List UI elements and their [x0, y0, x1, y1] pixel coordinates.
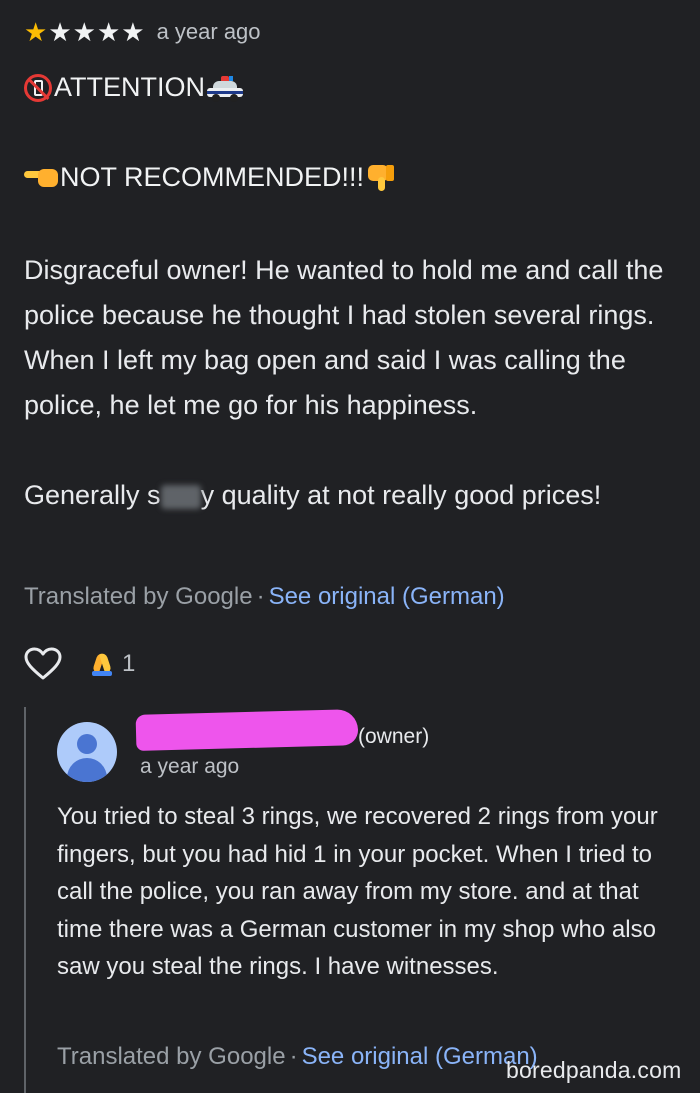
review-meta: ★ ★ ★ ★ ★ a year ago — [24, 16, 261, 48]
watermark: boredpanda.com — [506, 1057, 682, 1083]
heart-icon[interactable] — [24, 647, 62, 681]
pray-icon — [90, 651, 114, 677]
review-paragraph: Disgraceful owner! He wanted to hold me … — [24, 255, 664, 420]
star-icon: ★ — [72, 17, 96, 47]
review-age: a year ago — [156, 19, 261, 44]
separator: · — [256, 583, 265, 610]
translated-by-label: Translated by Google — [57, 1043, 286, 1070]
reply-body: You tried to steal 3 rings, we recovered… — [57, 803, 658, 980]
translation-note: Translated by Google · See original (Germa… — [24, 583, 505, 611]
review-text-after-redaction: y quality at not really good prices! — [200, 480, 602, 510]
separator: · — [289, 1043, 298, 1070]
owner-label: (owner) — [358, 725, 430, 748]
review-body: Disgraceful owner! He wanted to hold me … — [24, 248, 688, 518]
see-original-link[interactable]: See original (German) — [302, 1043, 538, 1070]
police-car-icon — [207, 75, 243, 102]
translated-by-label: Translated by Google — [24, 583, 253, 610]
headline-text: ATTENTION — [54, 72, 205, 102]
see-original-link[interactable]: See original (German) — [269, 583, 505, 610]
star-rating: ★ ★ ★ ★ ★ — [24, 19, 145, 45]
redacted-word — [160, 484, 201, 509]
reply-thread-line — [24, 707, 26, 1093]
review-actions: 1 — [24, 646, 135, 682]
star-icon: ★ — [48, 17, 72, 47]
thumbs-down-icon — [366, 163, 396, 193]
review-paragraph: Generally s y quality at not really good … — [24, 473, 688, 518]
headline-text: NOT RECOMMENDED!!! — [60, 162, 365, 192]
hand-point-icon — [24, 165, 58, 191]
review-text-before-redaction: Generally s — [24, 480, 161, 510]
reply-age: a year ago — [140, 755, 240, 778]
reaction-button[interactable]: 1 — [90, 650, 135, 678]
review-headline-not-recommended: NOT RECOMMENDED!!! — [24, 162, 396, 193]
review-headline-attention: ATTENTION — [24, 72, 243, 103]
star-icon: ★ — [96, 17, 121, 47]
reply-translation-note: Translated by Google · See original (Germa… — [57, 1043, 538, 1071]
star-icon: ★ — [24, 17, 48, 47]
reaction-count: 1 — [122, 650, 136, 677]
owner-name-redaction — [135, 709, 359, 751]
no-phone-icon — [24, 73, 52, 102]
avatar-icon — [57, 722, 117, 782]
star-icon: ★ — [121, 17, 145, 47]
